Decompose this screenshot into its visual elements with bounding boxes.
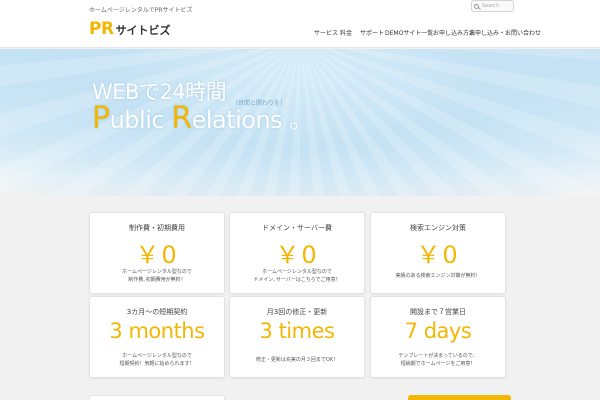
card-description-line: ドメイン､サーバーはこちらでご用意！ (253, 277, 341, 283)
site-header: ホームページレンタルでPRサイトビズ PR サイトビズ サービス 料金 サポート… (0, 0, 600, 48)
cta-button-partial[interactable] (408, 395, 511, 400)
card-description: ホームページレンタル型なので 制作費､初期費用が無料！ (90, 268, 224, 284)
feature-card-seo: 検索エンジン対策 ￥0 実績のある検索エンジン対策が無料！ (370, 212, 506, 294)
card-description: 実績のある検索エンジン対策が無料！ (371, 272, 505, 280)
nav-item-support[interactable]: サポート (360, 28, 384, 37)
feature-card-setup-cost: 制作費・初期費用 ￥0 ホームページレンタル型なので 制作費､初期費用が無料！ (89, 212, 225, 294)
card-description-line: ホームページレンタル型なので (262, 269, 332, 275)
card-description: ホームページレンタル型なので 短期契約！気軽に始められます！ (90, 352, 224, 368)
card-value: ￥0 (135, 241, 179, 269)
card-value: ￥0 (416, 241, 460, 269)
card-title: 月3回の修正・更新 (266, 308, 328, 316)
search-box[interactable] (471, 0, 514, 12)
hero-text-b: elations 。 (191, 106, 314, 134)
card-description-line: ホームページレンタル型なので (122, 269, 192, 275)
card-title: 制作費・初期費用 (129, 224, 185, 232)
card-description-line: ホームページレンタル型なので (122, 353, 192, 359)
card-description: テンプレートが決まっているので、 短納期でホームページをご用意！ (371, 352, 505, 368)
card-description-line: テンプレートが決まっているので、 (398, 353, 478, 359)
card-title: 開設まで７営業日 (410, 308, 466, 316)
card-value: 7 days (404, 319, 472, 343)
card-description-line: 修正・更新は充実の月３回までOK！ (255, 357, 339, 363)
card-value: 3 times (259, 319, 335, 343)
card-description-line: 実績のある検索エンジン対策が無料！ (395, 273, 481, 279)
feature-card-domain-server: ドメイン・サーバー費 ￥0 ホームページレンタル型なので ドメイン､サーバーはこ… (229, 212, 365, 294)
search-input[interactable] (482, 1, 514, 11)
feature-card-launch-days: 開設まで７営業日 7 days テンプレートが決まっているので、 短納期でホーム… (370, 296, 506, 378)
card-description-line: 制作費､初期費用が無料！ (128, 277, 186, 283)
card-title: ドメイン・サーバー費 (262, 224, 332, 232)
feature-card-short-contract: 3カ月〜の短期契約 3 months ホームページレンタル型なので 短期契約！気… (89, 296, 225, 378)
nav-item-price[interactable]: 料金 (340, 28, 352, 37)
main-nav: サービス 料金 サポート DEMOサイト一覧 お申し込み方法 お申し込み・お問い… (0, 28, 600, 38)
hero-cap-p: P (92, 101, 110, 136)
card-description: 修正・更新は充実の月３回までOK！ (230, 356, 364, 364)
bottom-panel-partial (89, 395, 225, 400)
search-icon[interactable] (474, 3, 479, 9)
card-description-line: 短納期でホームページをご用意！ (400, 361, 476, 367)
nav-item-service[interactable]: サービス (314, 28, 338, 37)
feature-card-updates: 月3回の修正・更新 3 times 修正・更新は充実の月３回までOK！ (229, 296, 365, 378)
card-description: ホームページレンタル型なので ドメイン､サーバーはこちらでご用意！ (230, 268, 364, 284)
nav-item-demo[interactable]: DEMOサイト一覧 (385, 28, 433, 37)
site-tagline: ホームページレンタルでPRサイトビズ (89, 7, 193, 14)
card-title: 3カ月〜の短期契約 (126, 308, 188, 316)
hero-cap-r: R (171, 101, 192, 136)
card-value: 3 months (109, 319, 205, 343)
card-description-line: 短期契約！気軽に始められます！ (119, 361, 195, 367)
hero-subheadline: Public Relations 。 (92, 100, 313, 136)
card-value: ￥0 (275, 241, 319, 269)
nav-item-contact[interactable]: お申し込み・お問い合わせ (469, 28, 541, 37)
hero-text-a: ublic (109, 106, 172, 134)
card-title: 検索エンジン対策 (410, 224, 466, 232)
